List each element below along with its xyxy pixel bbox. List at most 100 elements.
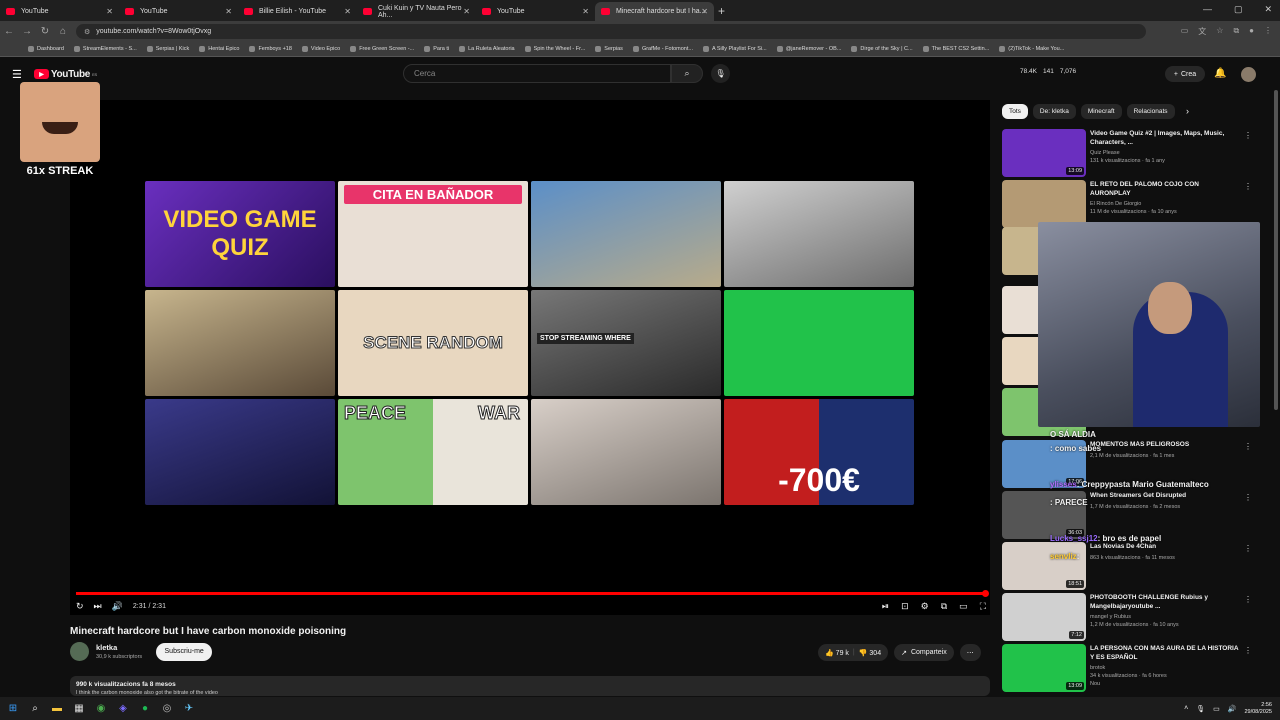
- filter-chip[interactable]: Relacionats: [1126, 104, 1175, 119]
- like-button[interactable]: 👍 79 k: [825, 649, 849, 657]
- extensions-icon[interactable]: ⧉: [1233, 26, 1239, 37]
- menu-icon[interactable]: ⋮: [1264, 26, 1272, 37]
- recommended-title[interactable]: PHOTOBOOTH CHALLENGE Rubius y Mangelbaja…: [1090, 594, 1240, 611]
- endscreen-video[interactable]: [724, 181, 914, 287]
- close-window-icon[interactable]: ✕: [1264, 4, 1272, 15]
- settings-gear-icon[interactable]: ⚙: [921, 601, 929, 612]
- create-button[interactable]: + Crea: [1165, 66, 1205, 82]
- site-info-icon[interactable]: ⚙: [84, 28, 90, 36]
- recommended-thumbnail[interactable]: [1002, 180, 1086, 228]
- video-player[interactable]: VIDEO GAME QUIZ CITA EN BAÑADOR SCENE RA…: [70, 100, 990, 615]
- close-icon[interactable]: ✕: [106, 7, 113, 16]
- close-icon[interactable]: ✕: [582, 7, 589, 16]
- endscreen-video[interactable]: [724, 290, 914, 396]
- bookmark-item[interactable]: Hentai Epico: [199, 46, 245, 52]
- more-options-icon[interactable]: ⋮: [1244, 442, 1252, 451]
- recommended-channel[interactable]: brotok: [1090, 665, 1240, 671]
- account-avatar[interactable]: [1241, 67, 1256, 82]
- search-input[interactable]: Cerca: [403, 64, 671, 83]
- scrubber-handle[interactable]: [982, 590, 989, 597]
- more-actions-button[interactable]: ⋯: [959, 644, 981, 661]
- recommended-thumbnail[interactable]: 7:12: [1002, 593, 1086, 641]
- chrome-icon[interactable]: ◉: [94, 702, 108, 716]
- theater-mode-icon[interactable]: ▭: [959, 601, 968, 612]
- fullscreen-icon[interactable]: ⛶: [980, 601, 986, 612]
- endscreen-video[interactable]: [145, 399, 335, 505]
- spotify-icon[interactable]: ●: [138, 702, 152, 716]
- filter-chip[interactable]: Minecraft: [1080, 104, 1122, 119]
- recommended-video[interactable]: 13:09 LA PERSONA CON MAS AURA DE LA HISTO…: [1002, 644, 1252, 696]
- translate-icon[interactable]: 文: [1198, 26, 1206, 37]
- recommended-thumbnail[interactable]: 18:51: [1002, 542, 1086, 590]
- subtitles-icon[interactable]: ⊡: [901, 601, 909, 612]
- close-icon[interactable]: ✕: [701, 7, 708, 16]
- recommended-video[interactable]: 13:09 Video Game Quiz #2 | Images, Maps, …: [1002, 129, 1252, 181]
- endscreen-video[interactable]: PEACE WAR: [338, 399, 528, 505]
- browser-tab[interactable]: YouTube ✕: [119, 2, 238, 21]
- bookmark-item[interactable]: Para ti: [424, 46, 455, 52]
- recommended-channel[interactable]: Quiz Please: [1090, 150, 1240, 156]
- app-icon[interactable]: ▦: [72, 702, 86, 716]
- install-icon[interactable]: ▭: [1181, 26, 1189, 37]
- chevron-up-icon[interactable]: ˄: [1184, 705, 1188, 712]
- more-options-icon[interactable]: ⋮: [1244, 544, 1252, 553]
- file-explorer-icon[interactable]: ▬: [50, 702, 64, 716]
- bookmark-item[interactable]: Dirge of the Sky | C...: [851, 46, 918, 52]
- browser-tab-active[interactable]: Minecraft hardcore but I ha... ✕: [595, 2, 714, 21]
- recommended-video[interactable]: 7:12 PHOTOBOOTH CHALLENGE Rubius y Mangel…: [1002, 593, 1252, 645]
- channel-name[interactable]: kletka: [96, 643, 142, 652]
- chevron-right-icon[interactable]: ›: [1186, 106, 1189, 116]
- replay-icon[interactable]: ↻: [76, 601, 84, 612]
- progress-bar[interactable]: [76, 590, 989, 597]
- more-options-icon[interactable]: ⋮: [1244, 131, 1252, 140]
- new-tab-icon[interactable]: +: [718, 4, 725, 18]
- steam-icon[interactable]: ✈: [182, 702, 196, 716]
- endscreen-video[interactable]: [531, 181, 721, 287]
- notifications-bell-icon[interactable]: 🔔: [1214, 68, 1226, 79]
- reload-icon[interactable]: ↻: [36, 26, 54, 37]
- volume-icon[interactable]: 🔊: [112, 601, 123, 612]
- more-options-icon[interactable]: ⋮: [1244, 182, 1252, 191]
- url-field[interactable]: ⚙ youtube.com/watch?v=8Wow0tjOvxg: [76, 24, 1146, 39]
- recommended-title[interactable]: EL RETO DEL PALOMO COJO CON AURONPLAY: [1090, 181, 1240, 198]
- endscreen-video[interactable]: VIDEO GAME QUIZ: [145, 181, 335, 287]
- home-icon[interactable]: ⌂: [54, 26, 72, 37]
- obs-icon[interactable]: ◎: [160, 702, 174, 716]
- browser-tab[interactable]: YouTube ✕: [0, 2, 119, 21]
- endscreen-video[interactable]: STOP STREAMING WHERE: [531, 290, 721, 396]
- miniplayer-icon[interactable]: ⧉: [941, 601, 947, 612]
- autoplay-toggle-icon[interactable]: ⏯: [882, 601, 889, 612]
- clock[interactable]: 2:56 29/08/2025: [1244, 702, 1272, 716]
- recommended-title[interactable]: Las Novias De 4Chan: [1090, 543, 1240, 552]
- maximize-icon[interactable]: ▢: [1234, 4, 1243, 15]
- more-options-icon[interactable]: ⋮: [1244, 595, 1252, 604]
- bookmark-item[interactable]: (2)TikTok - Make You...: [999, 46, 1070, 52]
- description-box[interactable]: 990 k visualitzacions fa 8 mesos I think…: [70, 676, 990, 696]
- close-icon[interactable]: ✕: [463, 7, 470, 16]
- recommended-title[interactable]: When Streamers Get Disrupted: [1090, 492, 1240, 501]
- endscreen-video[interactable]: [531, 399, 721, 505]
- recommended-thumbnail[interactable]: 13:09: [1002, 644, 1086, 692]
- share-button[interactable]: ↗ Comparteix: [894, 644, 954, 661]
- bookmark-item[interactable]: Serpias | Kick: [146, 46, 196, 52]
- endscreen-video[interactable]: [145, 290, 335, 396]
- endscreen-video[interactable]: -700€: [724, 399, 914, 505]
- recommended-video[interactable]: 18:51 Las Novias De 4Chan 863 k visualitza…: [1002, 542, 1252, 594]
- bookmark-star-icon[interactable]: ☆: [1216, 26, 1223, 37]
- forward-icon[interactable]: →: [18, 26, 36, 37]
- recommended-channel[interactable]: mangel y Rubius: [1090, 614, 1240, 620]
- page-scrollbar[interactable]: [1274, 90, 1278, 410]
- close-icon[interactable]: ✕: [344, 7, 351, 16]
- search-button[interactable]: ⌕: [671, 64, 703, 83]
- recommended-channel[interactable]: El Rincón De Giorgio: [1090, 201, 1240, 207]
- discord-icon[interactable]: ◈: [116, 702, 130, 716]
- hamburger-menu-icon[interactable]: ☰: [12, 68, 22, 81]
- windows-start-icon[interactable]: ⊞: [6, 702, 20, 716]
- minimize-icon[interactable]: —: [1203, 4, 1212, 15]
- youtube-logo[interactable]: ▶ YouTube ES: [33, 69, 97, 80]
- recommended-thumbnail[interactable]: 13:09: [1002, 129, 1086, 177]
- endscreen-video[interactable]: SCENE RANDOM: [338, 290, 528, 396]
- bookmark-item[interactable]: A Silly Playlist For Si...: [702, 46, 773, 52]
- bookmark-item[interactable]: Free Green Screen -...: [350, 46, 420, 52]
- more-options-icon[interactable]: ⋮: [1244, 646, 1252, 655]
